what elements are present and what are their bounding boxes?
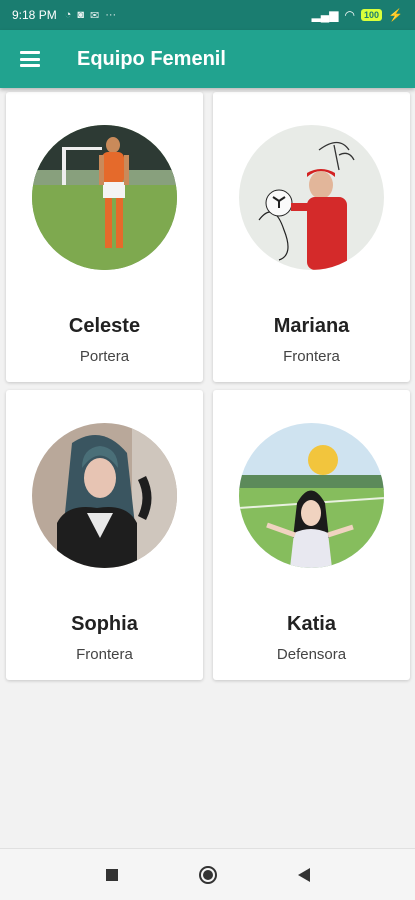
player-name: Katia — [287, 613, 336, 635]
whatsapp-icon: ◔ — [64, 9, 72, 21]
game-icon: ◙ — [77, 9, 85, 21]
battery-icon: 100 — [361, 9, 383, 21]
more-icon: ··· — [105, 9, 117, 21]
sophia-photo — [32, 423, 177, 568]
wifi-icon: ◠ — [344, 8, 356, 22]
player-role: Portera — [79, 348, 130, 365]
app-title: Equipo Femenil — [77, 47, 226, 70]
menu-button[interactable] — [0, 30, 60, 88]
home-circle-icon — [198, 865, 217, 884]
player-role: Frontera — [76, 646, 133, 663]
signal-icon: ▂▄▆ — [311, 8, 339, 22]
recents-square-icon — [105, 868, 118, 881]
app-bar: Equipo Femenil — [0, 30, 415, 88]
back-button[interactable] — [291, 862, 317, 888]
status-left: 9:18 PM ◔ ◙ ✉ ··· — [12, 8, 116, 22]
home-button[interactable] — [195, 862, 221, 888]
player-card-katia[interactable]: Katia Defensora — [213, 390, 410, 680]
status-right: ▂▄▆ ◠ 100 ⚡ — [312, 8, 403, 22]
katia-photo — [239, 423, 384, 568]
status-time: 9:18 PM — [12, 8, 57, 22]
player-card-mariana[interactable]: Mariana Frontera — [213, 92, 410, 382]
system-nav-bar — [0, 848, 415, 900]
back-triangle-icon — [297, 867, 310, 882]
hamburger-menu-icon — [20, 51, 40, 67]
status-bar: 9:18 PM ◔ ◙ ✉ ··· ▂▄▆ ◠ 100 ⚡ — [0, 0, 415, 30]
mail-icon: ✉ — [90, 9, 100, 22]
player-name: Sophia — [71, 613, 138, 635]
recents-button[interactable] — [99, 862, 125, 888]
player-card-sophia[interactable]: Sophia Frontera — [6, 390, 203, 680]
player-name: Celeste — [68, 315, 141, 337]
notification-icons: ◔ ◙ ✉ ··· — [65, 9, 117, 22]
player-role: Frontera — [283, 348, 340, 365]
celeste-photo — [32, 125, 177, 270]
player-role: Defensora — [276, 646, 347, 663]
player-card-celeste[interactable]: Celeste Portera — [6, 92, 203, 382]
player-name: Mariana — [273, 315, 350, 337]
charging-icon: ⚡ — [388, 8, 403, 22]
mariana-photo — [239, 125, 384, 270]
